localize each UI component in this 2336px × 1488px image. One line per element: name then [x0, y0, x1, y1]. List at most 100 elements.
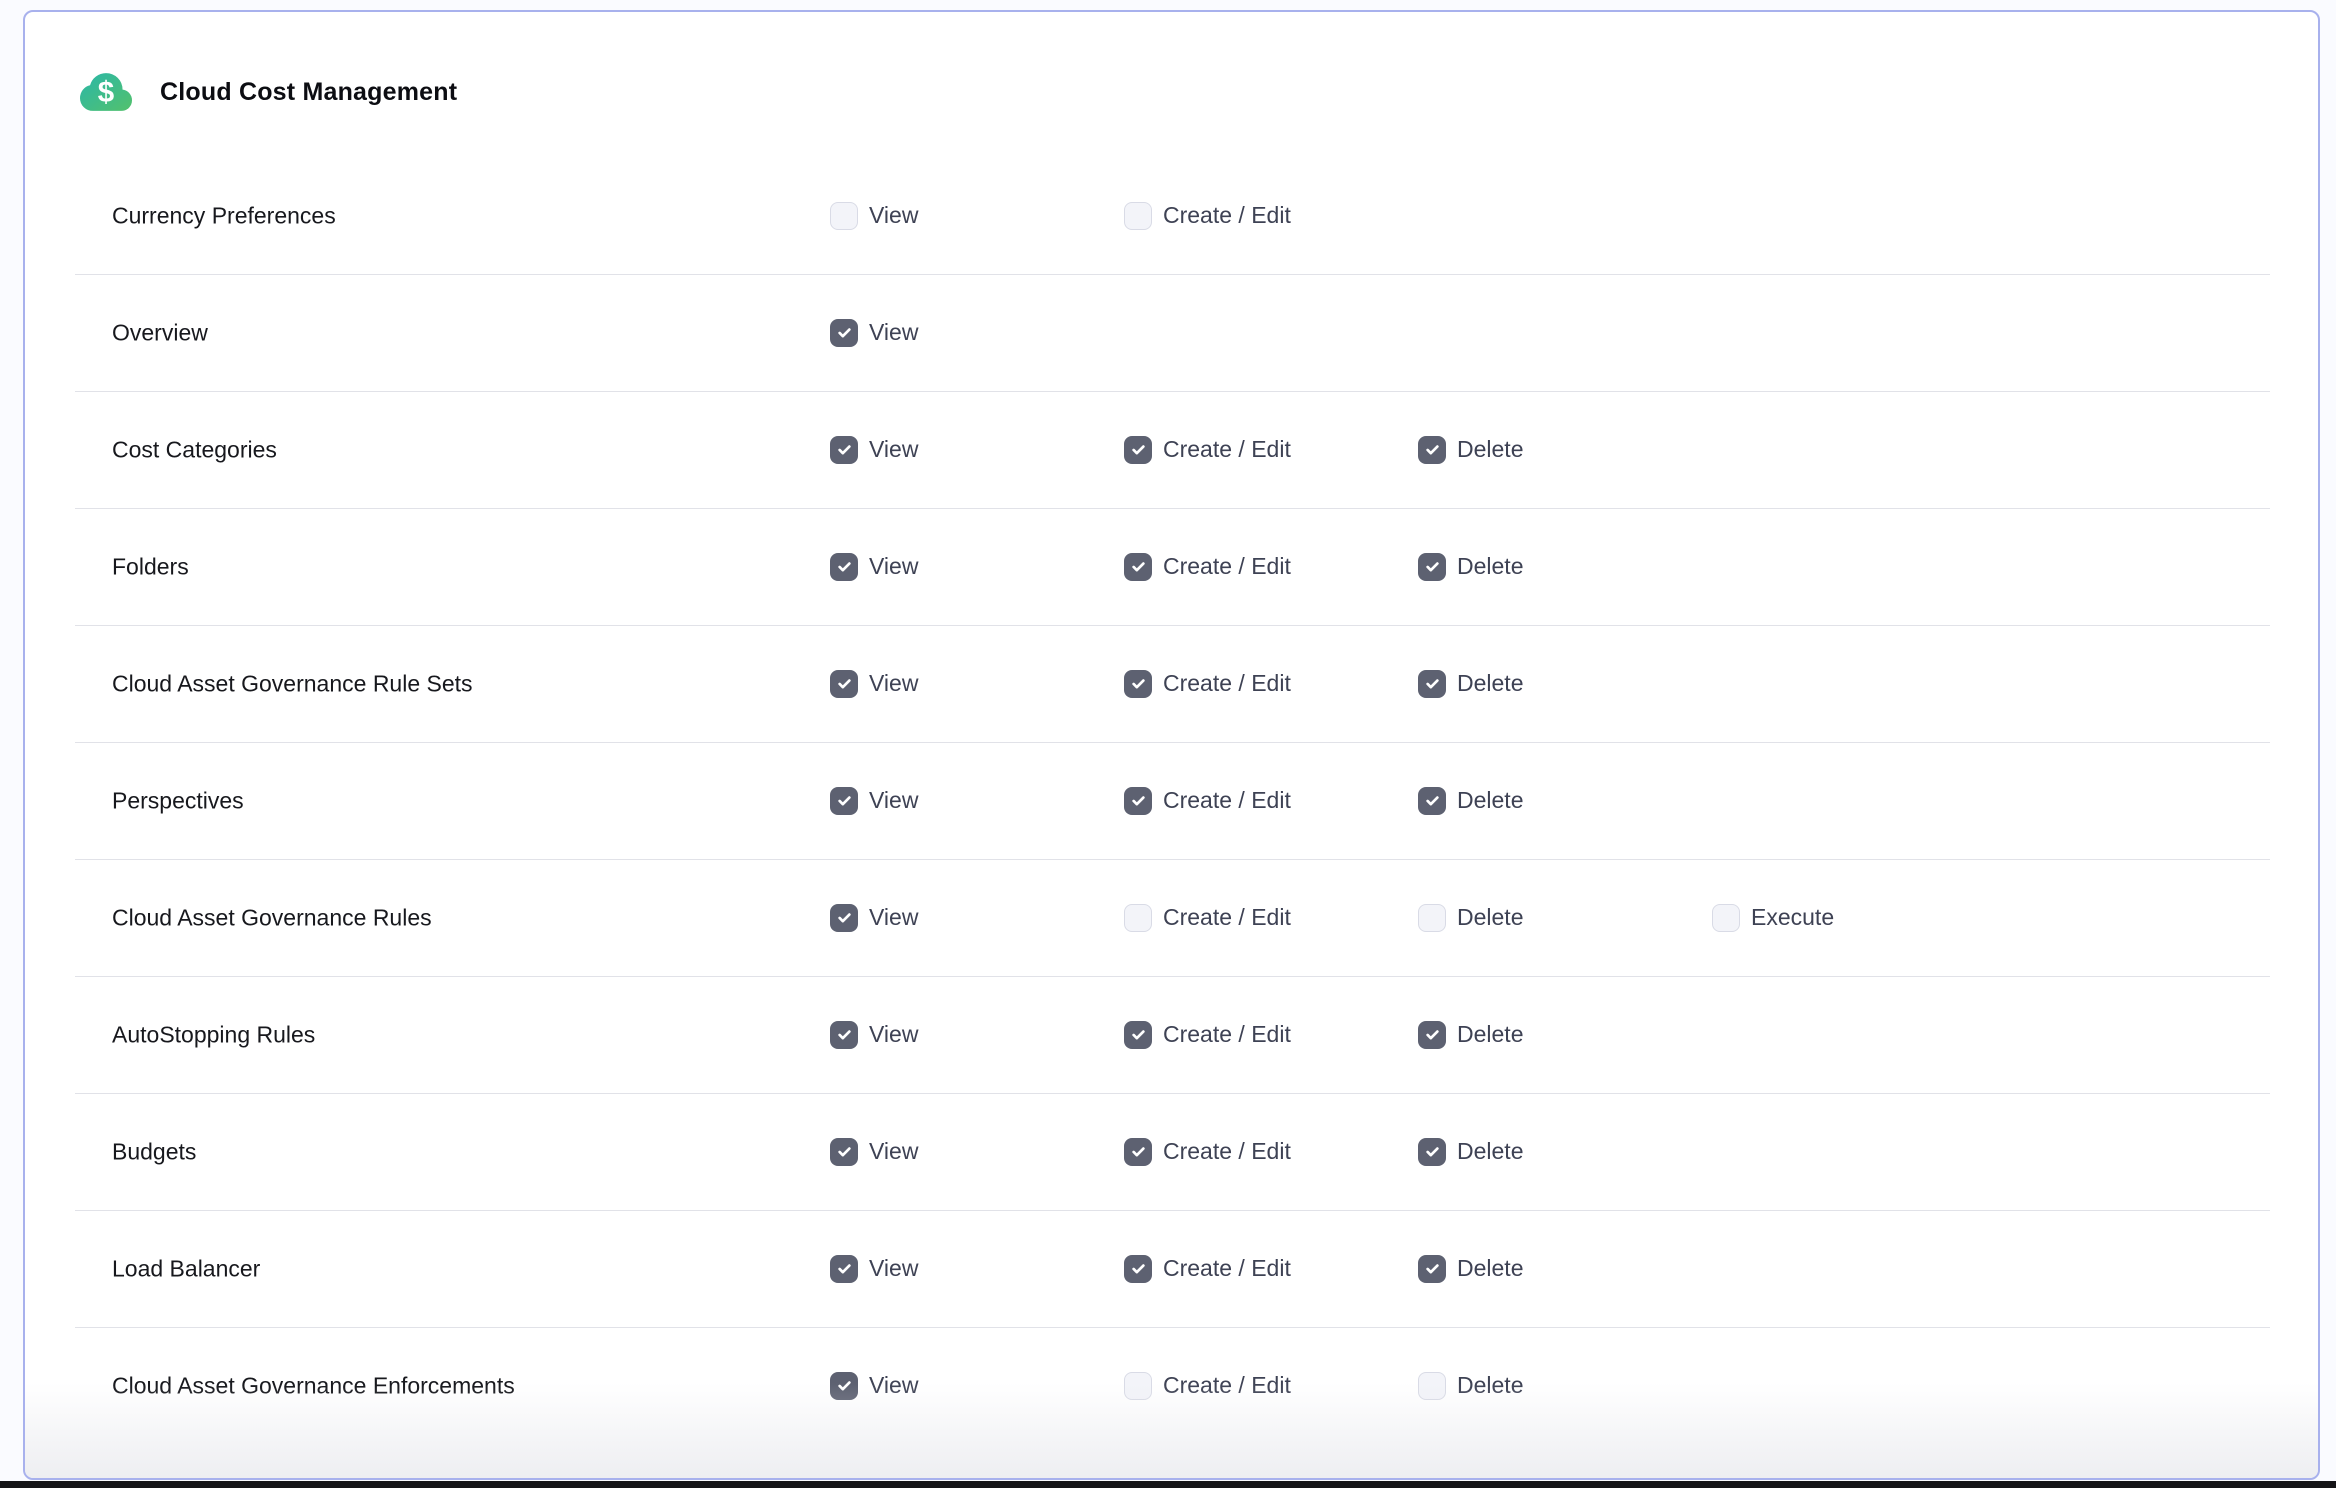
checkbox-label: View [869, 1138, 918, 1165]
view-checkbox[interactable] [830, 1021, 858, 1049]
checkbox-label: View [869, 553, 918, 580]
create-edit-checkbox[interactable] [1124, 1372, 1152, 1400]
view-checkbox[interactable] [830, 1138, 858, 1166]
checkmark-icon [1130, 1026, 1147, 1043]
permission-cell: Create / Edit [1124, 1021, 1291, 1049]
checkmark-icon [1424, 1143, 1441, 1160]
permission-cell: Delete [1418, 1138, 1523, 1166]
view-checkbox[interactable] [830, 1255, 858, 1283]
checkbox-label: View [869, 904, 918, 931]
checkmark-icon [836, 1260, 853, 1277]
checkmark-icon [836, 1143, 853, 1160]
create-edit-checkbox[interactable] [1124, 553, 1152, 581]
delete-checkbox[interactable] [1418, 904, 1446, 932]
checkbox-label: View [869, 1372, 918, 1399]
create-edit-checkbox[interactable] [1124, 787, 1152, 815]
create-edit-checkbox[interactable] [1124, 436, 1152, 464]
checkmark-icon [1424, 1260, 1441, 1277]
permission-row: Cloud Asset Governance Enforcements View… [25, 1327, 2318, 1444]
checkbox-label: View [869, 1255, 918, 1282]
permission-cell: View [830, 319, 918, 347]
permission-row: Cloud Asset Governance Rule Sets View Cre… [25, 625, 2318, 742]
permission-cell: Delete [1418, 436, 1523, 464]
view-checkbox[interactable] [830, 436, 858, 464]
permission-cell: Create / Edit [1124, 670, 1291, 698]
bottom-window-edge [0, 1481, 2336, 1488]
permission-cell: View [830, 436, 918, 464]
permission-cell: Create / Edit [1124, 436, 1291, 464]
permission-row: Cloud Asset Governance Rules View Create … [25, 859, 2318, 976]
view-checkbox[interactable] [830, 670, 858, 698]
checkbox-label: Create / Edit [1163, 904, 1291, 931]
permission-cell: Execute [1712, 904, 1834, 932]
view-checkbox[interactable] [830, 904, 858, 932]
resource-label: Cloud Asset Governance Rules [112, 904, 432, 931]
create-edit-checkbox[interactable] [1124, 670, 1152, 698]
resource-label: Cloud Asset Governance Rule Sets [112, 670, 473, 697]
permission-row: Budgets View Create / Edit Delete [25, 1093, 2318, 1210]
permission-row: Currency Preferences ViewCreate / Edit [25, 157, 2318, 274]
permission-cell: Create / Edit [1124, 1372, 1291, 1400]
permission-cell: Delete [1418, 1021, 1523, 1049]
permission-cell: View [830, 202, 918, 230]
checkbox-label: Delete [1457, 787, 1523, 814]
delete-checkbox[interactable] [1418, 1372, 1446, 1400]
checkbox-label: Create / Edit [1163, 202, 1291, 229]
resource-label: Cost Categories [112, 436, 277, 463]
checkbox-label: Create / Edit [1163, 1255, 1291, 1282]
checkmark-icon [1424, 441, 1441, 458]
cloud-dollar-icon: $ [77, 66, 135, 118]
checkbox-label: Delete [1457, 670, 1523, 697]
view-checkbox[interactable] [830, 319, 858, 347]
checkmark-icon [836, 324, 853, 341]
checkmark-icon [836, 1377, 853, 1394]
resource-label: Load Balancer [112, 1255, 260, 1282]
checkbox-label: View [869, 670, 918, 697]
create-edit-checkbox[interactable] [1124, 202, 1152, 230]
checkbox-label: Create / Edit [1163, 1372, 1291, 1399]
resource-label: Overview [112, 319, 208, 346]
delete-checkbox[interactable] [1418, 553, 1446, 581]
checkbox-label: Create / Edit [1163, 1138, 1291, 1165]
checkbox-label: Delete [1457, 436, 1523, 463]
view-checkbox[interactable] [830, 553, 858, 581]
delete-checkbox[interactable] [1418, 1021, 1446, 1049]
create-edit-checkbox[interactable] [1124, 904, 1152, 932]
checkbox-label: Delete [1457, 1372, 1523, 1399]
permission-row: Perspectives ViewCreate / EditDelete [25, 742, 2318, 859]
checkbox-label: Delete [1457, 1138, 1523, 1165]
checkbox-label: Create / Edit [1163, 670, 1291, 697]
checkmark-icon [1424, 792, 1441, 809]
view-checkbox[interactable] [830, 1372, 858, 1400]
create-edit-checkbox[interactable] [1124, 1255, 1152, 1283]
permission-cell: Delete [1418, 904, 1523, 932]
view-checkbox[interactable] [830, 787, 858, 815]
checkbox-label: View [869, 436, 918, 463]
checkmark-icon [1424, 675, 1441, 692]
permission-cell: Create / Edit [1124, 202, 1291, 230]
checkbox-label: View [869, 1021, 918, 1048]
resource-label: Budgets [112, 1138, 196, 1165]
permissions-list: Currency Preferences ViewCreate / Edit O… [25, 157, 2318, 1444]
checkbox-label: Execute [1751, 904, 1834, 931]
delete-checkbox[interactable] [1418, 436, 1446, 464]
create-edit-checkbox[interactable] [1124, 1138, 1152, 1166]
permission-row: Overview View [25, 274, 2318, 391]
delete-checkbox[interactable] [1418, 1138, 1446, 1166]
permission-cell: Create / Edit [1124, 1138, 1291, 1166]
view-checkbox[interactable] [830, 202, 858, 230]
permission-cell: View [830, 1138, 918, 1166]
permission-cell: View [830, 904, 918, 932]
delete-checkbox[interactable] [1418, 670, 1446, 698]
checkbox-label: View [869, 787, 918, 814]
delete-checkbox[interactable] [1418, 1255, 1446, 1283]
permission-cell: View [830, 1372, 918, 1400]
delete-checkbox[interactable] [1418, 787, 1446, 815]
checkbox-label: View [869, 319, 918, 346]
execute-checkbox[interactable] [1712, 904, 1740, 932]
create-edit-checkbox[interactable] [1124, 1021, 1152, 1049]
permission-cell: View [830, 553, 918, 581]
module-header: $ Cloud Cost Management [77, 66, 457, 118]
checkbox-label: Create / Edit [1163, 787, 1291, 814]
checkmark-icon [1130, 1143, 1147, 1160]
